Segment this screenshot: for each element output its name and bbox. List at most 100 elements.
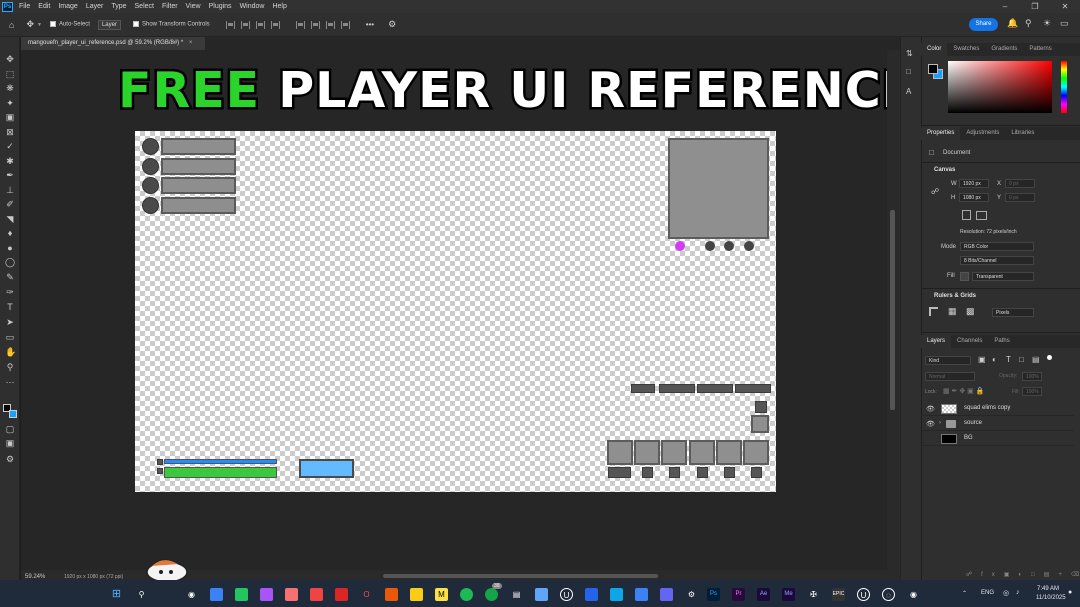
close-icon[interactable]: ✕	[1050, 0, 1080, 13]
width-field[interactable]: 1920 px	[959, 179, 989, 188]
tab-properties[interactable]: Properties	[921, 127, 961, 140]
premiere-icon[interactable]: Pr	[732, 588, 745, 601]
filter-pixel-icon[interactable]: ▣	[978, 355, 986, 364]
transform-controls-checkbox[interactable]: Show Transform Controls	[132, 21, 210, 28]
vscode-icon[interactable]	[610, 588, 623, 601]
app-icon[interactable]	[210, 588, 223, 601]
filter-smart-icon[interactable]: ▤	[1032, 355, 1040, 364]
notification-icon[interactable]: ●	[1068, 589, 1072, 596]
vertical-scroll-thumb[interactable]	[890, 210, 895, 410]
paint-bucket-icon[interactable]: ♦	[5, 228, 15, 238]
tab-swatches[interactable]: Swatches	[947, 43, 985, 56]
distribute-vertical-icon[interactable]	[340, 20, 350, 29]
tab-libraries[interactable]: Libraries	[1005, 127, 1040, 140]
after-effects-icon[interactable]: Ae	[757, 588, 770, 601]
zoom-tool-icon[interactable]: ⚲	[5, 362, 15, 372]
volume-icon[interactable]: ♪	[1016, 589, 1020, 596]
discord-icon[interactable]	[660, 588, 673, 601]
filter-adjustment-icon[interactable]: ◐	[992, 355, 997, 364]
app-icon[interactable]: ✠	[807, 588, 820, 601]
marquee-tool-icon[interactable]: ⬚	[5, 69, 15, 79]
app-icon[interactable]	[285, 588, 298, 601]
brush-tool-icon[interactable]: ✒	[5, 170, 15, 180]
opera-icon[interactable]: O	[360, 588, 373, 601]
maximize-icon[interactable]: ❐	[1020, 0, 1050, 13]
steam-icon[interactable]: ⚙	[685, 588, 698, 601]
rulers-grids-title[interactable]: Rulers & Grids	[934, 293, 976, 299]
app-icon[interactable]	[260, 588, 273, 601]
close-tab-icon[interactable]: ×	[189, 40, 193, 46]
tab-paths[interactable]: Paths	[988, 335, 1015, 348]
menu-window[interactable]: Window	[240, 3, 265, 10]
tab-adjustments[interactable]: Adjustments	[960, 127, 1005, 140]
app-icon[interactable]	[635, 588, 648, 601]
app-icon[interactable]	[585, 588, 598, 601]
chevron-up-icon[interactable]: ⌃	[962, 590, 967, 597]
app-icon[interactable]	[535, 588, 548, 601]
link-icon[interactable]: ☍	[931, 187, 939, 196]
tab-color[interactable]: Color	[921, 43, 948, 56]
menu-edit[interactable]: Edit	[38, 3, 50, 10]
blender-icon[interactable]	[385, 588, 398, 601]
stamp-tool-icon[interactable]: ⊥	[5, 185, 15, 195]
menu-image[interactable]: Image	[58, 3, 77, 10]
quick-mask-icon[interactable]: ▢	[5, 424, 15, 434]
edit-toolbar-icon[interactable]: ⚙	[5, 454, 15, 464]
lock-icons[interactable]: ▦ ✒ ✥ ▣ 🔒	[943, 387, 984, 395]
portrait-orientation-icon[interactable]	[962, 210, 971, 220]
app-icon[interactable]	[235, 588, 248, 601]
comment-icon[interactable]: □	[906, 67, 911, 76]
blur-tool-icon[interactable]: ●	[5, 243, 15, 253]
menu-select[interactable]: Select	[135, 3, 154, 10]
home-icon[interactable]: ⌂	[9, 20, 14, 30]
blend-mode-select[interactable]: Normal	[925, 372, 975, 381]
epic-games-icon[interactable]: EPIC	[832, 588, 845, 601]
crop-tool-icon[interactable]: ▣	[5, 112, 15, 122]
tab-channels[interactable]: Channels	[951, 335, 988, 348]
foreground-color-swatch[interactable]	[928, 64, 938, 74]
distribute-icon[interactable]	[270, 20, 280, 29]
grid-icon[interactable]: ▦	[948, 306, 957, 317]
file-explorer-icon[interactable]	[410, 588, 423, 601]
layer-row[interactable]: 👁 › source	[922, 417, 1074, 431]
layer-row[interactable]: BG	[922, 432, 1074, 446]
clock-date[interactable]: 11/10/2025	[1036, 595, 1066, 601]
history-brush-icon[interactable]: ✐	[5, 199, 15, 209]
units-select[interactable]: Pixels	[992, 308, 1034, 317]
move-tool-icon[interactable]: ✥	[5, 54, 15, 64]
align-top-icon[interactable]	[295, 20, 305, 29]
align-bottom-icon[interactable]	[325, 20, 335, 29]
filter-type-icon[interactable]: T	[1006, 355, 1011, 364]
y-field[interactable]: 0 px	[1005, 193, 1035, 202]
lightbulb-icon[interactable]: ☀	[1043, 18, 1051, 29]
type-tool-icon[interactable]: T	[5, 302, 15, 312]
path-selection-icon[interactable]: ➤	[5, 317, 15, 327]
align-middle-icon[interactable]	[310, 20, 320, 29]
background-color-swatch[interactable]	[9, 410, 17, 418]
app-icon[interactable]: ◉	[185, 588, 198, 601]
screen-mode-icon[interactable]: ▣	[5, 438, 15, 448]
filter-shape-icon[interactable]: □	[1019, 355, 1024, 364]
document-tab[interactable]: mangouefn_player_ui_reference.psd @ 59.2…	[21, 37, 205, 50]
photoshop-taskbar-icon[interactable]: Ps	[707, 588, 720, 601]
dodge-tool-icon[interactable]: ◯	[5, 257, 15, 267]
eye-icon[interactable]: 👁	[926, 405, 935, 413]
app-icon[interactable]: ◌	[882, 588, 895, 601]
share-button[interactable]: Share	[969, 18, 998, 31]
eyedropper-icon[interactable]: ✓	[5, 141, 15, 151]
minimize-icon[interactable]: –	[990, 0, 1020, 13]
app-icon[interactable]	[335, 588, 348, 601]
lasso-tool-icon[interactable]: ❋	[5, 83, 15, 93]
bits-select[interactable]: 8 Bits/Channel	[960, 256, 1034, 265]
move-tool-icon[interactable]: ✥	[26, 19, 34, 30]
healing-brush-icon[interactable]: ✱	[5, 156, 15, 166]
app-icon[interactable]: M	[435, 588, 448, 601]
tab-patterns[interactable]: Patterns	[1023, 43, 1057, 56]
character-icon[interactable]: A	[906, 87, 911, 96]
fill-select[interactable]: Transparent	[972, 272, 1034, 281]
frame-tool-icon[interactable]: ⊠	[5, 127, 15, 137]
align-right-icon[interactable]	[255, 20, 265, 29]
fill-swatch[interactable]	[960, 272, 969, 281]
menu-filter[interactable]: Filter	[162, 3, 178, 10]
layer-select[interactable]: Layer	[97, 19, 121, 30]
